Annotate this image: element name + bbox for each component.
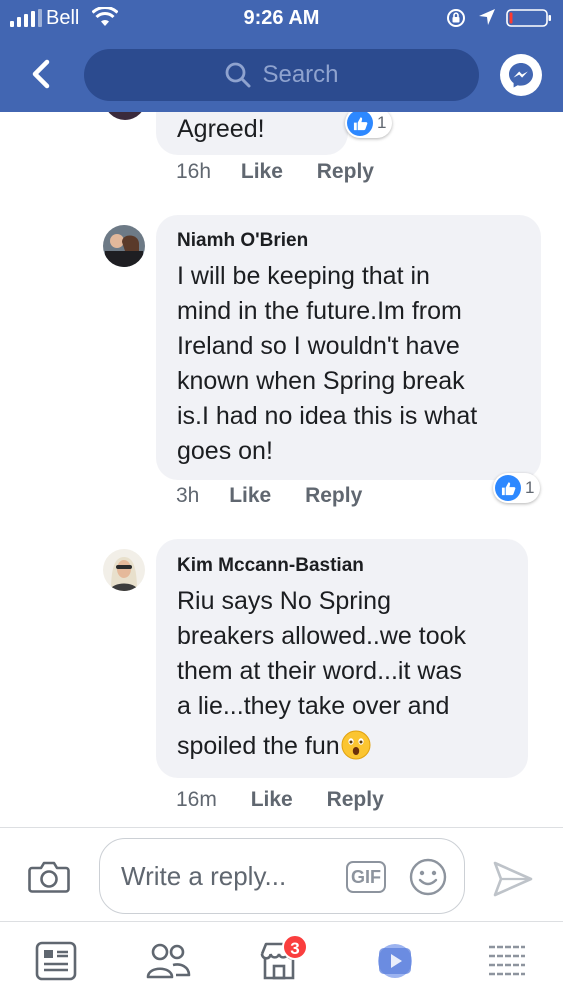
- search-icon: [226, 62, 251, 88]
- rotation-lock-icon: [447, 9, 465, 27]
- back-button[interactable]: [24, 56, 58, 92]
- tab-groups[interactable]: [143, 936, 193, 986]
- location-arrow-icon: [479, 9, 495, 25]
- comment-time: 3h: [176, 484, 200, 507]
- like-link[interactable]: Like: [229, 484, 271, 507]
- search-placeholder: Search: [262, 61, 339, 88]
- comment-bubble[interactable]: Kim Mccann-Bastian Riu says No Spring br…: [156, 539, 528, 778]
- tab-watch[interactable]: [370, 936, 420, 986]
- comment-text-line: a lie...they take over and: [177, 692, 450, 720]
- reply-link[interactable]: Reply: [317, 160, 374, 183]
- reply-link[interactable]: Reply: [327, 788, 384, 811]
- comment-meta: 16h Like Reply: [176, 160, 374, 184]
- comment-text-last-line: spoiled the fun: [177, 729, 371, 764]
- messenger-button[interactable]: [500, 54, 542, 96]
- comment-time: 16m: [176, 788, 217, 811]
- groups-icon: [146, 943, 191, 979]
- menu-icon: [489, 945, 525, 976]
- notification-badge: 3: [282, 934, 308, 960]
- comment-text-line: spoiled the fun: [177, 732, 340, 760]
- like-link[interactable]: Like: [241, 160, 283, 183]
- comment-text-line: breakers allowed..we took: [177, 622, 467, 650]
- comment-text-line: them at their word...it was: [177, 657, 462, 685]
- search-bar[interactable]: Search: [84, 49, 479, 101]
- comment-text-line: Riu says No Spring: [177, 587, 391, 615]
- news-feed-icon: [35, 941, 77, 981]
- like-reaction-icon: [495, 475, 521, 501]
- battery-icon: [506, 9, 551, 27]
- tab-news-feed[interactable]: [31, 936, 81, 986]
- gif-button[interactable]: GIF: [346, 861, 386, 893]
- send-icon[interactable]: [492, 860, 534, 898]
- avatar[interactable]: [103, 225, 145, 267]
- comment-text-line: is.I had no idea this is what: [177, 402, 478, 430]
- tab-marketplace[interactable]: 3: [254, 934, 308, 986]
- watch-icon: [378, 944, 412, 978]
- comment-meta: 3h Like Reply: [176, 484, 362, 508]
- comment-bubble[interactable]: Agreed!: [156, 112, 348, 155]
- reaction-count[interactable]: 1: [345, 112, 393, 138]
- reply-link[interactable]: Reply: [305, 484, 362, 507]
- like-reaction-icon: [347, 112, 373, 136]
- comment-text-line: mind in the future.Im from: [177, 297, 462, 325]
- comment-bubble[interactable]: Niamh O'Brien I will be keeping that in …: [156, 215, 541, 480]
- back-arrow-icon: [32, 59, 50, 89]
- status-bar: Bell 9:26 AM: [0, 0, 563, 36]
- comment-text-line: known when Spring break: [177, 367, 465, 395]
- astonished-face-emoji-icon: [341, 730, 371, 760]
- emoji-smiley-icon[interactable]: [409, 858, 447, 896]
- comment-author[interactable]: Kim Mccann-Bastian: [177, 555, 364, 577]
- comment-meta: 16m Like Reply: [176, 788, 384, 812]
- reply-placeholder: Write a reply...: [121, 861, 287, 891]
- reply-input[interactable]: Write a reply... GIF: [99, 838, 465, 914]
- like-link[interactable]: Like: [251, 788, 293, 811]
- reaction-count[interactable]: 1: [493, 473, 541, 503]
- comment-text-line: I will be keeping that in: [177, 262, 430, 290]
- avatar[interactable]: [104, 112, 146, 120]
- bottom-tab-bar: 3: [0, 921, 563, 1000]
- comment-text-line: goes on!: [177, 437, 273, 465]
- reply-composer: Write a reply... GIF: [0, 827, 563, 921]
- app-header: Bell 9:26 AM Search: [0, 0, 563, 112]
- comment-text: Agreed!: [177, 115, 265, 143]
- reaction-number: 1: [377, 113, 387, 132]
- messenger-icon: [509, 63, 533, 88]
- camera-icon[interactable]: [28, 860, 70, 894]
- comment-thread: Agreed! 1 16h Like Reply Niamh O'Brien I…: [0, 112, 563, 827]
- reaction-number: 1: [525, 478, 535, 497]
- avatar[interactable]: [103, 549, 145, 591]
- comment-time: 16h: [176, 160, 212, 183]
- comment-text-line: Ireland so I wouldn't have: [177, 332, 460, 360]
- tab-menu[interactable]: [482, 936, 532, 986]
- comment-author[interactable]: Niamh O'Brien: [177, 230, 308, 252]
- nav-bar: Search: [0, 40, 563, 110]
